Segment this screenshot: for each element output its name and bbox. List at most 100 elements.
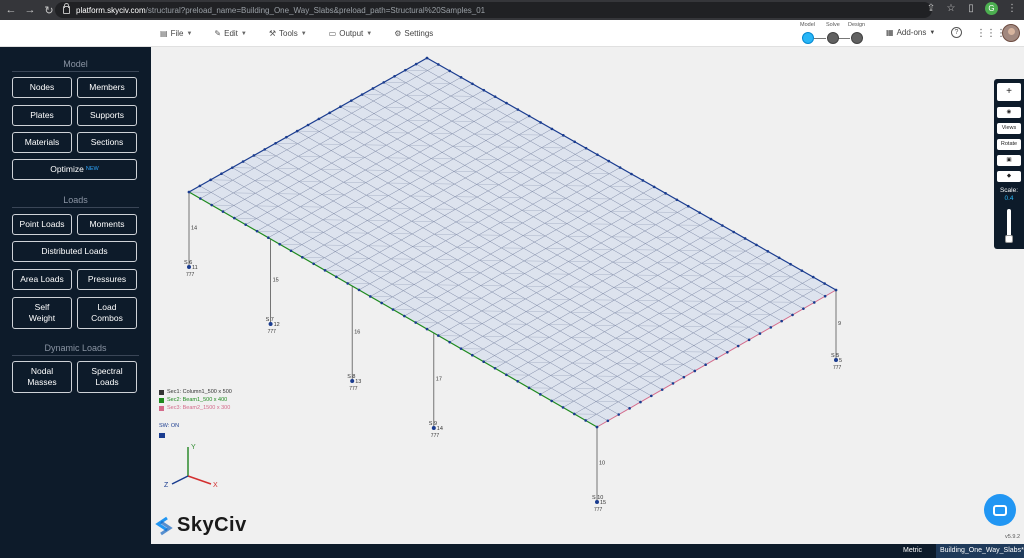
legend-label: Sec3: Beam2_1500 x 300 xyxy=(167,405,231,411)
chevron-down-icon: ▼ xyxy=(300,30,307,37)
edge-node xyxy=(425,327,429,331)
solve-mode-button[interactable] xyxy=(827,32,839,44)
share-icon[interactable]: ⇪ xyxy=(925,3,937,14)
file-menu[interactable]: ▤ File ▼ xyxy=(160,29,192,38)
camera-icon: ▣ xyxy=(1006,157,1012,163)
file-status[interactable]: Building_One_Way_Slabs* xyxy=(936,544,1024,558)
edge-node xyxy=(357,288,361,292)
legend-item: Sec1: Column1_500 x 500 xyxy=(159,389,232,395)
logo-text: SkyCiv xyxy=(177,514,247,536)
scale-value: 0.4 xyxy=(1004,195,1014,202)
edge-node xyxy=(414,321,417,324)
edge-node xyxy=(704,363,707,367)
mode-label-model: Model xyxy=(800,22,815,28)
x-axis-line xyxy=(187,475,212,485)
edge-node xyxy=(812,301,816,304)
visibility-button[interactable]: ◉ xyxy=(997,107,1021,118)
chevron-down-icon: ▼ xyxy=(929,29,936,36)
nodal-masses-button[interactable]: Nodal Masses xyxy=(12,361,72,393)
tools-menu[interactable]: ⚒ Tools ▼ xyxy=(269,29,307,38)
output-menu[interactable]: ▭ Output ▼ xyxy=(329,29,373,38)
legend-label: Sec2: Beam1_500 x 400 xyxy=(167,397,228,403)
load-combos-button[interactable]: Load Combos xyxy=(77,297,137,329)
sidebar-toggle-icon[interactable]: ▯ xyxy=(965,3,977,14)
self-weight-button[interactable]: Self Weight xyxy=(12,297,72,329)
edge-node xyxy=(459,76,463,79)
edge-node xyxy=(198,184,202,188)
edge-node xyxy=(295,129,299,133)
more-icon[interactable]: ⋮ xyxy=(1006,3,1018,14)
edge-node xyxy=(791,313,794,317)
legend-swatch xyxy=(159,397,164,403)
edge-node xyxy=(471,82,474,86)
screenshot-button[interactable]: ▣ xyxy=(997,155,1021,166)
model-mode-button[interactable] xyxy=(802,32,814,44)
chevron-down-icon: ▼ xyxy=(186,30,193,37)
edge-node xyxy=(230,166,234,169)
sections-button[interactable]: Sections xyxy=(77,132,137,153)
edge-node xyxy=(285,135,288,139)
moments-button[interactable]: Moments xyxy=(77,214,137,235)
edge-node xyxy=(664,192,667,195)
addons-menu[interactable]: ▦ Add-ons ▼ xyxy=(886,28,935,37)
edge-node xyxy=(780,319,783,323)
supports-button[interactable]: Supports xyxy=(77,105,137,126)
back-icon[interactable]: ← xyxy=(3,4,19,16)
edge-node xyxy=(471,353,474,357)
settings-menu[interactable]: ⚙ Settings xyxy=(394,29,433,38)
avatar[interactable] xyxy=(1002,24,1020,42)
edge-node xyxy=(403,314,406,318)
star-icon[interactable]: ☆ xyxy=(945,3,957,14)
scale-slider-handle[interactable] xyxy=(1005,235,1013,243)
pressures-button[interactable]: Pressures xyxy=(77,269,137,290)
edge-node xyxy=(323,269,327,272)
design-mode-button[interactable] xyxy=(851,32,863,44)
edge-node xyxy=(437,334,440,337)
address-bar[interactable]: platform.skyciv.com /structural?preload_… xyxy=(55,2,932,18)
distributed-loads-button[interactable]: Distributed Loads xyxy=(12,241,137,262)
node-label: 14 xyxy=(437,426,443,432)
self-weight-status: SW: ON xyxy=(159,423,180,429)
members-button[interactable]: Members xyxy=(77,77,137,98)
edge-node xyxy=(267,236,270,239)
edit-menu-label: Edit xyxy=(224,29,238,38)
materials-button[interactable]: Materials xyxy=(12,132,72,153)
legend-item: Sec2: Beam1_500 x 400 xyxy=(159,397,232,403)
forward-icon[interactable]: → xyxy=(22,4,38,16)
edge-node xyxy=(306,123,310,127)
node-label: 13 xyxy=(355,379,361,385)
edge-node xyxy=(800,269,804,272)
optimize-button[interactable]: Optimize NEW xyxy=(12,159,137,180)
units-status[interactable]: Metric xyxy=(903,547,922,554)
node-label: 12 xyxy=(274,322,280,328)
edge-node xyxy=(539,121,542,124)
edit-menu[interactable]: ✎ Edit ▼ xyxy=(214,29,246,38)
edge-node xyxy=(606,419,610,423)
edge-node xyxy=(380,301,383,305)
edge-node xyxy=(639,400,642,404)
chat-icon xyxy=(993,504,1007,516)
profile-icon[interactable]: G xyxy=(985,2,998,15)
help-icon[interactable]: ? xyxy=(951,27,962,38)
lock-icon[interactable] xyxy=(159,433,165,438)
chat-button[interactable] xyxy=(984,494,1016,526)
model-canvas[interactable]: 777 14 S 6 11 777 15 S 7 12 777 16 S 8 13 777 17 S 9 14… xyxy=(151,47,1024,544)
spectral-loads-button[interactable]: Spectral Loads xyxy=(77,361,137,393)
file-icon: ▤ xyxy=(160,29,168,38)
cube-view-button[interactable]: ◆ xyxy=(997,171,1021,182)
gear-icon: ⚙ xyxy=(394,29,402,38)
point-loads-button[interactable]: Point Loads xyxy=(12,214,72,235)
nodes-button[interactable]: Nodes xyxy=(12,77,72,98)
views-button[interactable]: Views xyxy=(997,123,1021,134)
legend-item: Sec3: Beam2_1500 x 300 xyxy=(159,405,232,411)
loads-section-title: Loads xyxy=(0,195,151,208)
plates-button[interactable]: Plates xyxy=(12,105,72,126)
structure-model[interactable]: 77714S 61177715S 71277716S 81377717S 914… xyxy=(151,47,1024,544)
node-label: 5 xyxy=(839,358,842,364)
zoom-in-button[interactable]: + xyxy=(997,83,1021,101)
edge-node xyxy=(693,369,697,373)
area-loads-button[interactable]: Area Loads xyxy=(12,269,72,290)
file-menu-label: File xyxy=(170,29,184,38)
edge-node xyxy=(736,344,740,348)
rotate-button[interactable]: Rotate xyxy=(997,139,1021,150)
